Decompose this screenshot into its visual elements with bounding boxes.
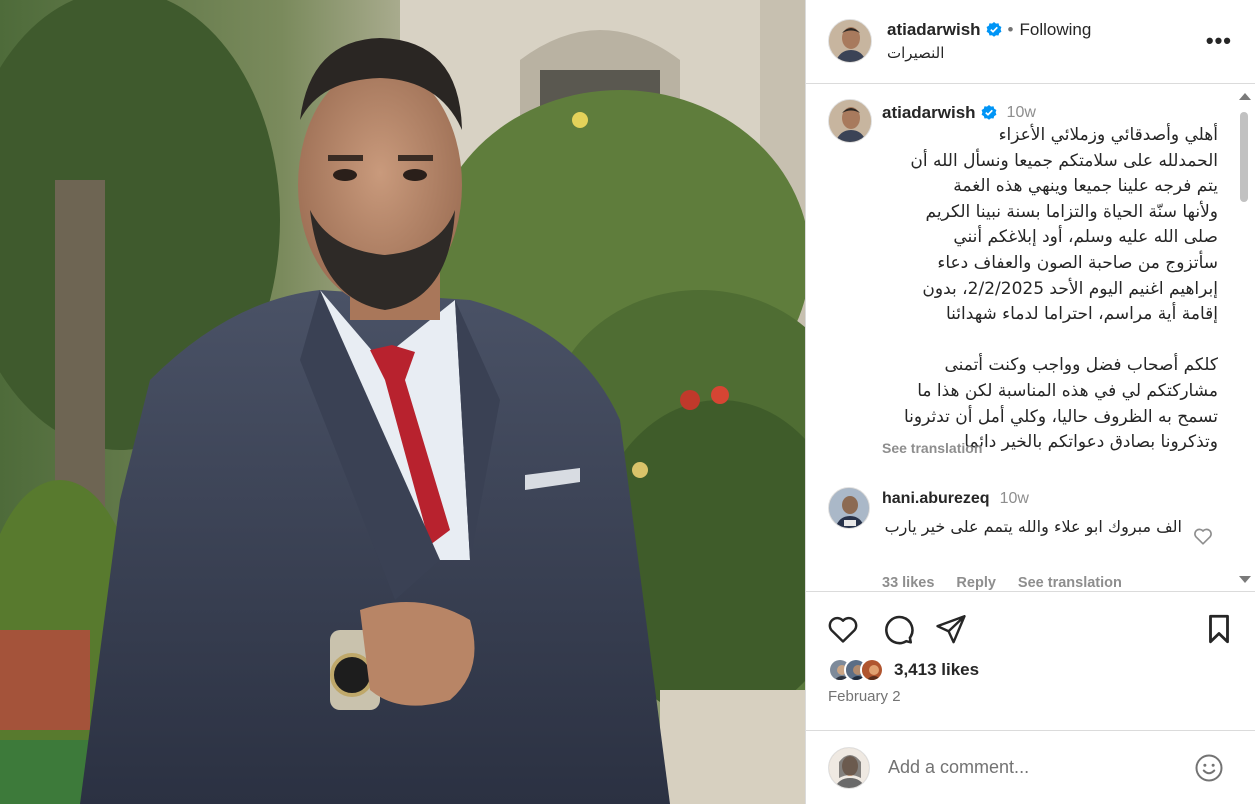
post-location[interactable]: النصيرات <box>887 44 944 62</box>
header-user-line: atiadarwish • Following <box>887 20 1091 40</box>
comments-section: atiadarwish 10w أهلي وأصدقائي وزملائي ال… <box>806 85 1255 592</box>
comment-text: الف مبروك ابو علاء والله يتمم على خير يا… <box>884 517 1182 536</box>
post-image <box>0 0 805 804</box>
likes-count[interactable]: 3,413 likes <box>894 660 979 680</box>
post-details-panel: atiadarwish • Following النصيرات ••• ati… <box>805 0 1255 804</box>
verified-badge-icon <box>981 105 997 121</box>
emoji-smiley-icon[interactable] <box>1194 753 1224 783</box>
comment-button[interactable] <box>881 612 915 646</box>
author-username[interactable]: atiadarwish <box>887 20 981 40</box>
likes-summary: 3,413 likes <box>828 656 979 684</box>
avatar-image <box>829 488 869 528</box>
comment-like-heart-icon[interactable] <box>1192 525 1214 547</box>
avatar-image <box>829 748 869 788</box>
scroll-thumb[interactable] <box>1240 112 1248 202</box>
scroll-up-arrow-icon[interactable] <box>1239 93 1251 100</box>
comments-scrollbar[interactable] <box>1237 90 1251 586</box>
comment-see-translation[interactable]: See translation <box>1018 575 1122 591</box>
commenter-avatar[interactable] <box>828 487 870 529</box>
caption-username[interactable]: atiadarwish <box>882 103 976 123</box>
comment-reply-button[interactable]: Reply <box>956 575 996 591</box>
heart-icon <box>828 616 858 643</box>
like-button[interactable] <box>826 612 860 646</box>
caption-time[interactable]: 10w <box>1007 104 1036 122</box>
author-avatar[interactable] <box>828 19 872 63</box>
more-options-icon[interactable]: ••• <box>1206 28 1232 54</box>
post-action-bar <box>806 600 1255 660</box>
verified-badge-icon <box>986 22 1002 38</box>
scroll-down-arrow-icon[interactable] <box>1239 576 1251 583</box>
bookmark-icon <box>1209 614 1229 644</box>
caption-text: أهلي وأصدقائي وزملائي الأعزاء الحمدلله ع… <box>904 125 1218 453</box>
caption-see-translation[interactable]: See translation <box>882 440 982 456</box>
post-photo[interactable] <box>0 0 805 804</box>
following-button[interactable]: Following <box>1020 20 1092 40</box>
current-user-avatar[interactable] <box>828 747 870 789</box>
paper-plane-icon <box>936 615 966 644</box>
post-date[interactable]: February 2 <box>828 688 901 705</box>
separator-dot: • <box>1007 20 1014 39</box>
post-header: atiadarwish • Following النصيرات ••• <box>806 0 1255 84</box>
save-button[interactable] <box>1202 612 1236 646</box>
comment-likes-count[interactable]: 33 likes <box>882 575 934 591</box>
liker-avatar[interactable] <box>860 658 884 682</box>
add-comment-input[interactable] <box>888 757 1178 778</box>
commenter-username[interactable]: hani.aburezeq <box>882 490 990 508</box>
comment-user-line: hani.aburezeq 10w <box>882 490 1029 508</box>
comment-time[interactable]: 10w <box>1000 490 1029 508</box>
share-button[interactable] <box>934 612 968 646</box>
comment-meta: 33 likes Reply See translation <box>882 575 1122 591</box>
caption-user-line: atiadarwish 10w <box>882 103 1036 123</box>
avatar-image <box>829 100 871 142</box>
avatar-image <box>829 20 871 62</box>
add-comment-bar <box>806 730 1255 804</box>
comment-bubble-icon <box>885 615 914 645</box>
caption-author-avatar[interactable] <box>828 99 872 143</box>
